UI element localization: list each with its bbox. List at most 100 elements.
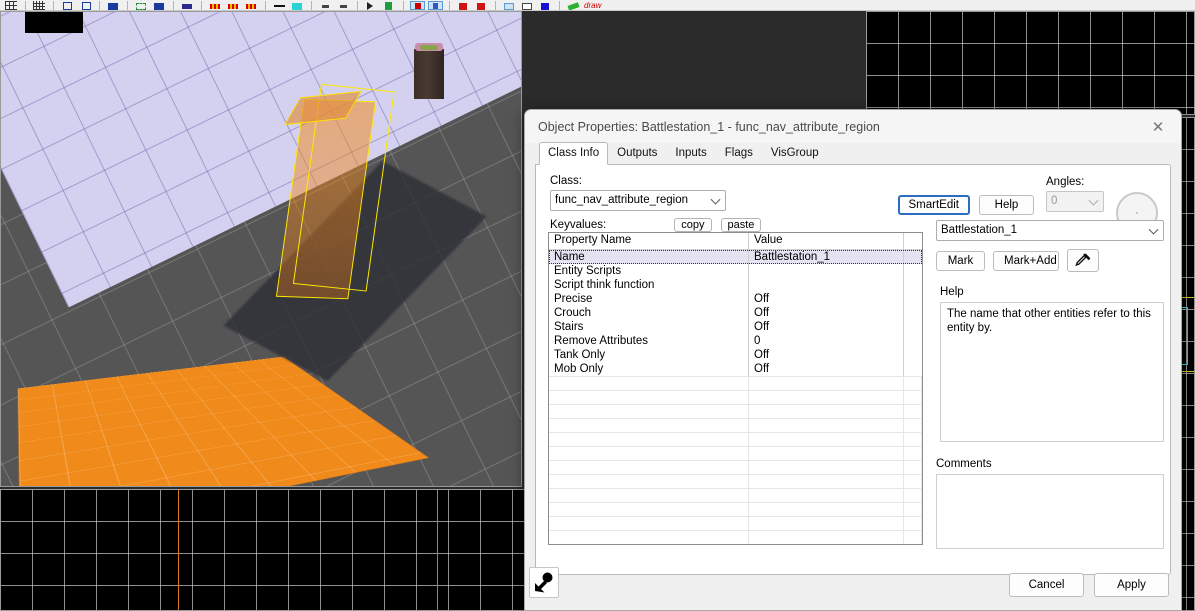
- table-row-empty[interactable]: [549, 474, 922, 488]
- table-row[interactable]: Remove Attributes 0: [549, 334, 922, 348]
- ruler-icon[interactable]: [520, 1, 535, 10]
- cell-empty: [749, 503, 904, 516]
- eyedropper-icon[interactable]: [1067, 249, 1099, 272]
- table-row[interactable]: Mob Only Off: [549, 362, 922, 376]
- angles-combo-value[interactable]: 0: [1046, 191, 1104, 212]
- table-row[interactable]: Precise Off: [549, 292, 922, 306]
- snap-box-icon[interactable]: [60, 1, 75, 10]
- value-combo[interactable]: Battlestation_1: [936, 220, 1164, 241]
- entity-icon[interactable]: [180, 1, 195, 10]
- vertex-icon[interactable]: [318, 1, 333, 10]
- table-row-empty[interactable]: [549, 432, 922, 446]
- comments-input[interactable]: [936, 474, 1164, 549]
- flag-icon[interactable]: [382, 1, 397, 10]
- play-icon[interactable]: [364, 1, 379, 10]
- table-row[interactable]: Tank Only Off: [549, 348, 922, 362]
- tab-inputs[interactable]: Inputs: [666, 142, 715, 164]
- top-2d-viewport[interactable]: [866, 11, 1195, 115]
- toolbar-separator: [403, 1, 404, 10]
- helper-red-2-icon[interactable]: [474, 1, 489, 10]
- run-map-icon[interactable]: [410, 1, 425, 10]
- cell-property-name: Remove Attributes: [549, 334, 749, 348]
- cell-value: Off: [749, 362, 904, 376]
- texture-apply-icon[interactable]: [106, 1, 121, 10]
- table-row-empty[interactable]: [549, 516, 922, 530]
- cell-empty: [904, 503, 922, 516]
- helper-red-icon[interactable]: [456, 1, 471, 10]
- table-row[interactable]: Stairs Off: [549, 320, 922, 334]
- table-row[interactable]: Script think function: [549, 278, 922, 292]
- tab-visgroup[interactable]: VisGroup: [762, 142, 828, 164]
- tab-class-info[interactable]: Class Info: [539, 142, 609, 165]
- class-combo-value[interactable]: func_nav_attribute_region: [550, 190, 726, 211]
- table-row-empty[interactable]: [549, 390, 922, 404]
- clip-2-icon[interactable]: [226, 1, 241, 10]
- table-row-empty[interactable]: [549, 446, 922, 460]
- dialog-body: Class Info Outputs Inputs Flags VisGroup…: [525, 142, 1181, 575]
- smartedit-help-group: SmartEdit Help: [897, 195, 1034, 215]
- grid-icon[interactable]: [4, 1, 19, 10]
- class-combo[interactable]: func_nav_attribute_region: [550, 190, 726, 211]
- table-row-empty[interactable]: [549, 530, 922, 544]
- close-icon[interactable]: ✕: [1143, 115, 1173, 139]
- vertex-2-icon[interactable]: [336, 1, 351, 10]
- wood-pillar-prop[interactable]: [414, 43, 444, 99]
- cancel-button[interactable]: Cancel: [1009, 573, 1084, 597]
- table-row-empty[interactable]: [549, 460, 922, 474]
- tab-flags[interactable]: Flags: [716, 142, 762, 164]
- cell-empty: [549, 377, 749, 390]
- value-combo-value[interactable]: Battlestation_1: [936, 220, 1164, 241]
- toolbar-group-grid[interactable]: draw: [0, 0, 614, 10]
- angles-combo[interactable]: 0: [1046, 191, 1104, 212]
- property-table[interactable]: Property Name Value Name Battlestation_1 E…: [548, 232, 923, 545]
- table-row[interactable]: Crouch Off: [549, 306, 922, 320]
- nodraw-label-icon[interactable]: draw: [584, 1, 610, 10]
- table-row-empty[interactable]: [549, 488, 922, 502]
- comments-label: Comments: [936, 458, 992, 470]
- mark-add-button[interactable]: Mark+Add: [993, 250, 1059, 271]
- visgroup-icon[interactable]: [502, 1, 517, 10]
- table-row-empty[interactable]: [549, 404, 922, 418]
- help-button[interactable]: Help: [979, 195, 1034, 215]
- table-row[interactable]: Entity Scripts: [549, 264, 922, 278]
- tab-outputs[interactable]: Outputs: [608, 142, 666, 164]
- clip-3-icon[interactable]: [244, 1, 259, 10]
- cordon-icon[interactable]: [272, 1, 287, 10]
- table-row[interactable]: Name Battlestation_1: [549, 250, 922, 264]
- cell-value: Battlestation_1: [749, 250, 904, 264]
- color-swatch-icon[interactable]: [538, 1, 553, 10]
- pointer-icon[interactable]: [290, 1, 305, 10]
- paste-button[interactable]: paste: [720, 218, 762, 232]
- selection-icon[interactable]: [134, 1, 149, 10]
- cell-empty: [749, 461, 904, 474]
- table-row-empty[interactable]: [549, 418, 922, 432]
- cell-empty: [549, 391, 749, 404]
- cell-property-name: Precise: [549, 292, 749, 306]
- table-row-empty[interactable]: [549, 502, 922, 516]
- cell-empty: [549, 447, 749, 460]
- dialog-tabs[interactable]: Class Info Outputs Inputs Flags VisGroup: [539, 142, 1171, 165]
- cell-value: [749, 264, 904, 278]
- table-body[interactable]: Name Battlestation_1 Entity Scripts Script …: [549, 250, 922, 544]
- cell-property-name: Name: [549, 250, 749, 264]
- snap-3-icon[interactable]: [78, 1, 93, 10]
- paint-icon[interactable]: [152, 1, 167, 10]
- smartedit-button[interactable]: SmartEdit: [897, 195, 970, 215]
- flashlight-icon[interactable]: [566, 1, 581, 10]
- cell-empty: [749, 391, 904, 404]
- grid-finer-icon[interactable]: [32, 1, 47, 10]
- apply-button[interactable]: Apply: [1094, 573, 1169, 597]
- viewport-frame: [866, 11, 1195, 115]
- build-icon[interactable]: [428, 1, 443, 10]
- cell-empty: [904, 447, 922, 460]
- pin-icon[interactable]: [529, 567, 559, 598]
- cell-empty: [749, 433, 904, 446]
- perspective-3d-viewport[interactable]: [0, 11, 522, 487]
- cell-empty: [549, 461, 749, 474]
- main-toolbar[interactable]: draw: [0, 0, 1195, 11]
- copy-button[interactable]: copy: [674, 218, 712, 232]
- clip-icon[interactable]: [208, 1, 223, 10]
- dialog-title-bar[interactable]: Object Properties: Battlestation_1 - fun…: [525, 110, 1181, 143]
- mark-button[interactable]: Mark: [936, 250, 985, 271]
- table-row-empty[interactable]: [549, 376, 922, 390]
